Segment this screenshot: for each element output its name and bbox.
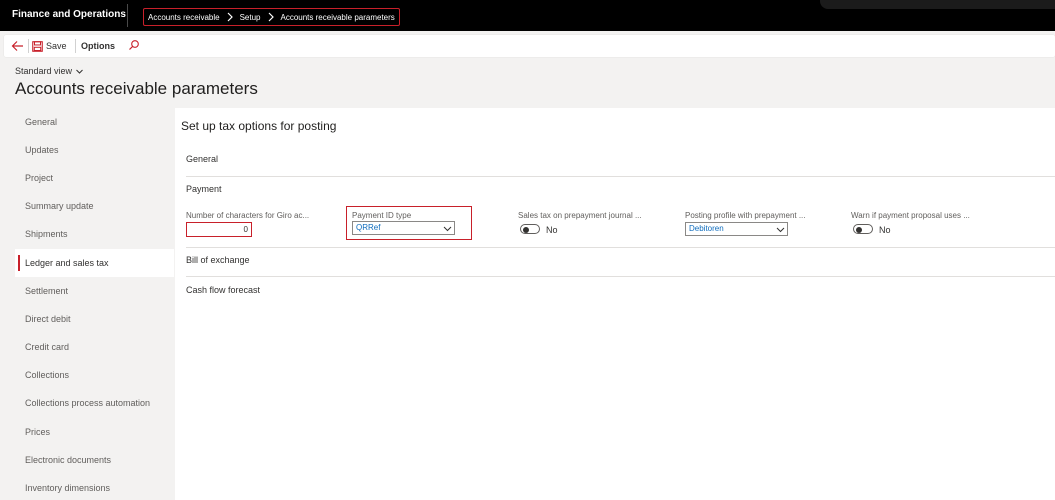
page-title: Accounts receivable parameters bbox=[15, 79, 258, 98]
group-header-bill-of-exchange[interactable]: Bill of exchange bbox=[186, 255, 250, 265]
divider bbox=[127, 4, 128, 27]
payment-id-type-label: Payment ID type bbox=[352, 211, 412, 220]
view-selector[interactable]: Standard view bbox=[15, 66, 84, 76]
toggle-knob bbox=[523, 226, 529, 233]
sales-tax-prepayment-toggle[interactable] bbox=[520, 224, 540, 234]
payment-id-type-select[interactable]: QRRef bbox=[352, 221, 455, 235]
view-label: Standard view bbox=[15, 66, 73, 76]
sidebar-item-collections-process-automation[interactable]: Collections process automation bbox=[15, 389, 174, 417]
search-icon[interactable] bbox=[128, 39, 140, 51]
warn-payment-proposal-toggle[interactable] bbox=[853, 224, 873, 234]
sidebar-item-credit-card[interactable]: Credit card bbox=[15, 333, 174, 361]
save-label: Save bbox=[46, 41, 67, 51]
divider bbox=[186, 247, 1055, 248]
toggle-knob bbox=[856, 226, 862, 233]
chevron-down-icon bbox=[443, 226, 452, 232]
breadcrumb-item-setup[interactable]: Setup bbox=[240, 13, 261, 22]
group-header-cash-flow-forecast[interactable]: Cash flow forecast bbox=[186, 285, 260, 295]
options-button[interactable]: Options bbox=[81, 41, 115, 51]
divider bbox=[186, 276, 1055, 277]
sidebar-item-prices[interactable]: Prices bbox=[15, 418, 174, 446]
sidebar-item-direct-debit[interactable]: Direct debit bbox=[15, 305, 174, 333]
giro-characters-label: Number of characters for Giro ac... bbox=[186, 211, 310, 220]
sidebar: General Updates Project Summary update S… bbox=[15, 108, 174, 500]
sidebar-item-settlement[interactable]: Settlement bbox=[15, 277, 174, 305]
sales-tax-prepayment-value: No bbox=[546, 225, 558, 235]
chevron-right-icon bbox=[268, 12, 274, 22]
giro-characters-input[interactable]: 0 bbox=[186, 222, 252, 237]
warn-payment-proposal-value: No bbox=[879, 225, 891, 235]
divider bbox=[28, 39, 29, 53]
back-arrow-icon[interactable] bbox=[11, 40, 24, 52]
action-pane: Save Options bbox=[4, 35, 1055, 57]
save-button[interactable]: Save bbox=[32, 39, 67, 53]
save-icon bbox=[32, 40, 43, 52]
app-name[interactable]: Finance and Operations bbox=[12, 9, 126, 20]
sidebar-item-general[interactable]: General bbox=[15, 108, 174, 136]
sidebar-item-project[interactable]: Project bbox=[15, 164, 174, 192]
sales-tax-prepayment-label: Sales tax on prepayment journal ... bbox=[518, 211, 642, 220]
top-navigation-bar: Finance and Operations Accounts receivab… bbox=[0, 0, 1055, 31]
sidebar-item-collections[interactable]: Collections bbox=[15, 361, 174, 389]
sidebar-item-inventory-dimensions[interactable]: Inventory dimensions bbox=[15, 474, 174, 500]
sidebar-item-updates[interactable]: Updates bbox=[15, 136, 174, 164]
breadcrumb-item-parameters[interactable]: Accounts receivable parameters bbox=[281, 13, 395, 22]
group-header-payment[interactable]: Payment bbox=[186, 184, 222, 194]
divider bbox=[75, 39, 76, 53]
warn-payment-proposal-label: Warn if payment proposal uses ... bbox=[851, 211, 970, 220]
breadcrumb-item-accounts-receivable[interactable]: Accounts receivable bbox=[148, 13, 220, 22]
topbar-right-region bbox=[820, 0, 1055, 9]
section-title: Set up tax options for posting bbox=[181, 119, 337, 133]
breadcrumb: Accounts receivable Setup Accounts recei… bbox=[143, 8, 400, 26]
sidebar-item-ledger-and-sales-tax[interactable]: Ledger and sales tax bbox=[15, 249, 174, 277]
chevron-right-icon bbox=[227, 12, 233, 22]
chevron-down-icon bbox=[76, 69, 83, 74]
sidebar-item-shipments[interactable]: Shipments bbox=[15, 220, 174, 248]
payment-id-type-value: QRRef bbox=[356, 223, 381, 232]
group-header-general[interactable]: General bbox=[186, 154, 218, 164]
posting-profile-select[interactable]: Debitoren bbox=[685, 222, 788, 236]
sidebar-item-summary-update[interactable]: Summary update bbox=[15, 192, 174, 220]
divider bbox=[186, 176, 1055, 177]
main-content: Set up tax options for posting General P… bbox=[175, 108, 1055, 500]
posting-profile-value: Debitoren bbox=[689, 224, 724, 233]
posting-profile-label: Posting profile with prepayment ... bbox=[685, 211, 806, 220]
sidebar-item-electronic-documents[interactable]: Electronic documents bbox=[15, 446, 174, 474]
chevron-down-icon bbox=[776, 227, 785, 233]
